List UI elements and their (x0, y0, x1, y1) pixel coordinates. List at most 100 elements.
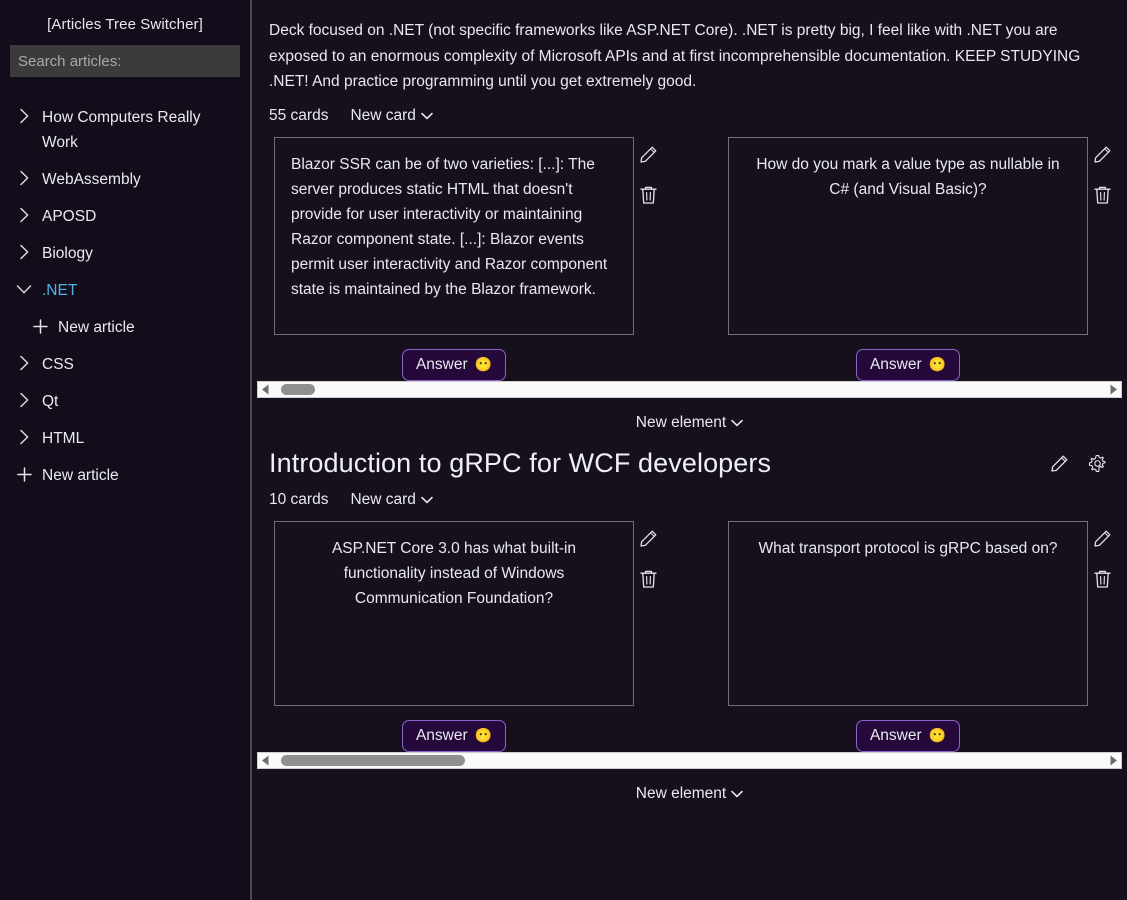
section-one-cards-count: 55 cards (269, 106, 329, 124)
scroll-track[interactable] (273, 753, 1106, 768)
sidebar-item-label: HTML (42, 430, 85, 447)
answer-button-label: Answer (869, 355, 922, 373)
sidebar-item-label: How Computers Really Work (42, 109, 201, 151)
card-front-text-box[interactable]: How do you mark a value type as nullable… (728, 136, 1088, 335)
answer-button-label: Answer (869, 726, 922, 744)
answer-button-label: Answer (415, 355, 468, 373)
card-front-text-box[interactable]: Blazor SSR can be of two varieties: [...… (274, 136, 634, 335)
main-content: Deck focused on .NET (not specific frame… (252, 0, 1127, 900)
deck-description: Deck focused on .NET (not specific frame… (269, 22, 1081, 90)
scroll-thumb[interactable] (281, 754, 465, 766)
face-emoji-icon: 😶 (928, 356, 947, 372)
section-two-new-element-row: New element (252, 769, 1127, 803)
section-one-new-element-button[interactable]: New element (635, 413, 744, 432)
sidebar-item-label: New article (58, 319, 135, 336)
sidebar-item-qt[interactable]: Qt (0, 383, 250, 420)
sidebar: [Articles Tree Switcher] How Computers R… (0, 0, 252, 900)
chevron-right-icon[interactable] (14, 426, 34, 448)
card-column: What transport protocol is gRPC based on… (728, 520, 1116, 752)
card-text: Blazor SSR can be of two varieties: [...… (291, 155, 608, 298)
answer-button[interactable]: Answer 😶 (401, 719, 507, 752)
deck-tools (1047, 451, 1109, 475)
answer-button-label: Answer (415, 726, 468, 744)
sidebar-item-css[interactable]: CSS (0, 346, 250, 383)
card-front-text-box[interactable]: ASP.NET Core 3.0 has what built-in funct… (274, 520, 634, 706)
scroll-left-arrow-icon[interactable] (258, 755, 273, 766)
sidebar-item-biology[interactable]: Biology (0, 235, 250, 272)
card: Blazor SSR can be of two varieties: [...… (274, 136, 634, 381)
scroll-right-arrow-icon[interactable] (1106, 384, 1121, 395)
card-column: ASP.NET Core 3.0 has what built-in funct… (274, 520, 662, 752)
trash-icon[interactable] (1090, 183, 1114, 207)
section-two-new-element-button[interactable]: New element (635, 784, 744, 803)
new-element-label: New element (635, 784, 727, 802)
answer-button[interactable]: Answer 😶 (855, 348, 961, 381)
sidebar-item-label: Biology (42, 245, 93, 262)
sidebar-item-net[interactable]: .NET (0, 272, 250, 309)
card-text: ASP.NET Core 3.0 has what built-in funct… (331, 539, 577, 607)
search-input[interactable] (10, 45, 240, 77)
chevron-right-icon[interactable] (14, 167, 34, 189)
scroll-thumb[interactable] (281, 383, 315, 395)
chevron-right-icon[interactable] (14, 204, 34, 226)
section-one-card-bar: 55 cards New card (252, 95, 1127, 125)
section-two-new-card-button[interactable]: New card (350, 491, 433, 509)
trash-icon[interactable] (636, 567, 660, 591)
pencil-icon[interactable] (636, 143, 660, 167)
card-text: How do you mark a value type as nullable… (756, 155, 1060, 198)
answer-button[interactable]: Answer 😶 (855, 719, 961, 752)
pencil-icon[interactable] (1090, 143, 1114, 167)
gear-icon[interactable] (1085, 451, 1109, 475)
sidebar-title: [Articles Tree Switcher] (47, 16, 203, 33)
sidebar-item-new-article[interactable]: New article (0, 309, 250, 346)
card-front-text-box[interactable]: What transport protocol is gRPC based on… (728, 520, 1088, 706)
deck-title: Introduction to gRPC for WCF developers (269, 447, 772, 478)
sidebar-item-webassembly[interactable]: WebAssembly (0, 161, 250, 198)
sidebar-item-aposd[interactable]: APOSD (0, 198, 250, 235)
answer-row: Answer 😶 (728, 335, 1088, 381)
chevron-down-icon (731, 414, 744, 432)
sidebar-item-label: CSS (42, 356, 74, 373)
new-element-label: New element (635, 413, 727, 431)
pencil-icon[interactable] (636, 527, 660, 551)
card: How do you mark a value type as nullable… (728, 136, 1088, 381)
chevron-right-icon[interactable] (14, 105, 34, 127)
chevron-down-icon (421, 491, 433, 509)
pencil-icon[interactable] (1047, 451, 1071, 475)
answer-row: Answer 😶 (728, 706, 1088, 752)
face-emoji-icon: 😶 (474, 727, 493, 743)
card-column: How do you mark a value type as nullable… (728, 136, 1116, 381)
sidebar-item-label: New article (42, 467, 119, 484)
plus-icon (14, 463, 34, 485)
section-two-card-strip: ASP.NET Core 3.0 has what built-in funct… (252, 509, 1127, 752)
section-one-new-card-button[interactable]: New card (350, 106, 433, 125)
card-column: Blazor SSR can be of two varieties: [...… (274, 136, 662, 381)
scroll-left-arrow-icon[interactable] (258, 384, 273, 395)
sidebar-item-how-computers-really-work[interactable]: How Computers Really Work (0, 99, 250, 161)
section-two-horizontal-scrollbar[interactable] (257, 751, 1122, 769)
sidebar-item-new-article[interactable]: New article (0, 457, 250, 494)
scroll-right-arrow-icon[interactable] (1106, 755, 1121, 766)
section-one-horizontal-scrollbar[interactable] (257, 380, 1122, 398)
trash-icon[interactable] (636, 183, 660, 207)
chevron-right-icon[interactable] (14, 352, 34, 374)
section-two-cards-count: 10 cards (269, 490, 329, 508)
card: What transport protocol is gRPC based on… (728, 520, 1088, 752)
articles-tree: How Computers Really Work WebAssembly APOS… (0, 99, 250, 494)
card-actions (1088, 521, 1116, 591)
sidebar-item-label: WebAssembly (42, 171, 141, 188)
sidebar-item-label: APOSD (42, 208, 97, 225)
pencil-icon[interactable] (1090, 527, 1114, 551)
trash-icon[interactable] (1090, 567, 1114, 591)
new-card-label: New card (350, 106, 416, 124)
scroll-track[interactable] (273, 382, 1106, 397)
face-emoji-icon: 😶 (928, 727, 947, 743)
chevron-right-icon[interactable] (14, 241, 34, 263)
answer-button[interactable]: Answer 😶 (401, 348, 507, 381)
sidebar-item-html[interactable]: HTML (0, 420, 250, 457)
chevron-down-icon (731, 785, 744, 803)
section-two-deck-header: Introduction to gRPC for WCF developers (252, 432, 1127, 479)
sidebar-item-label: .NET (42, 282, 78, 299)
chevron-down-icon[interactable] (14, 278, 34, 300)
chevron-right-icon[interactable] (14, 389, 34, 411)
